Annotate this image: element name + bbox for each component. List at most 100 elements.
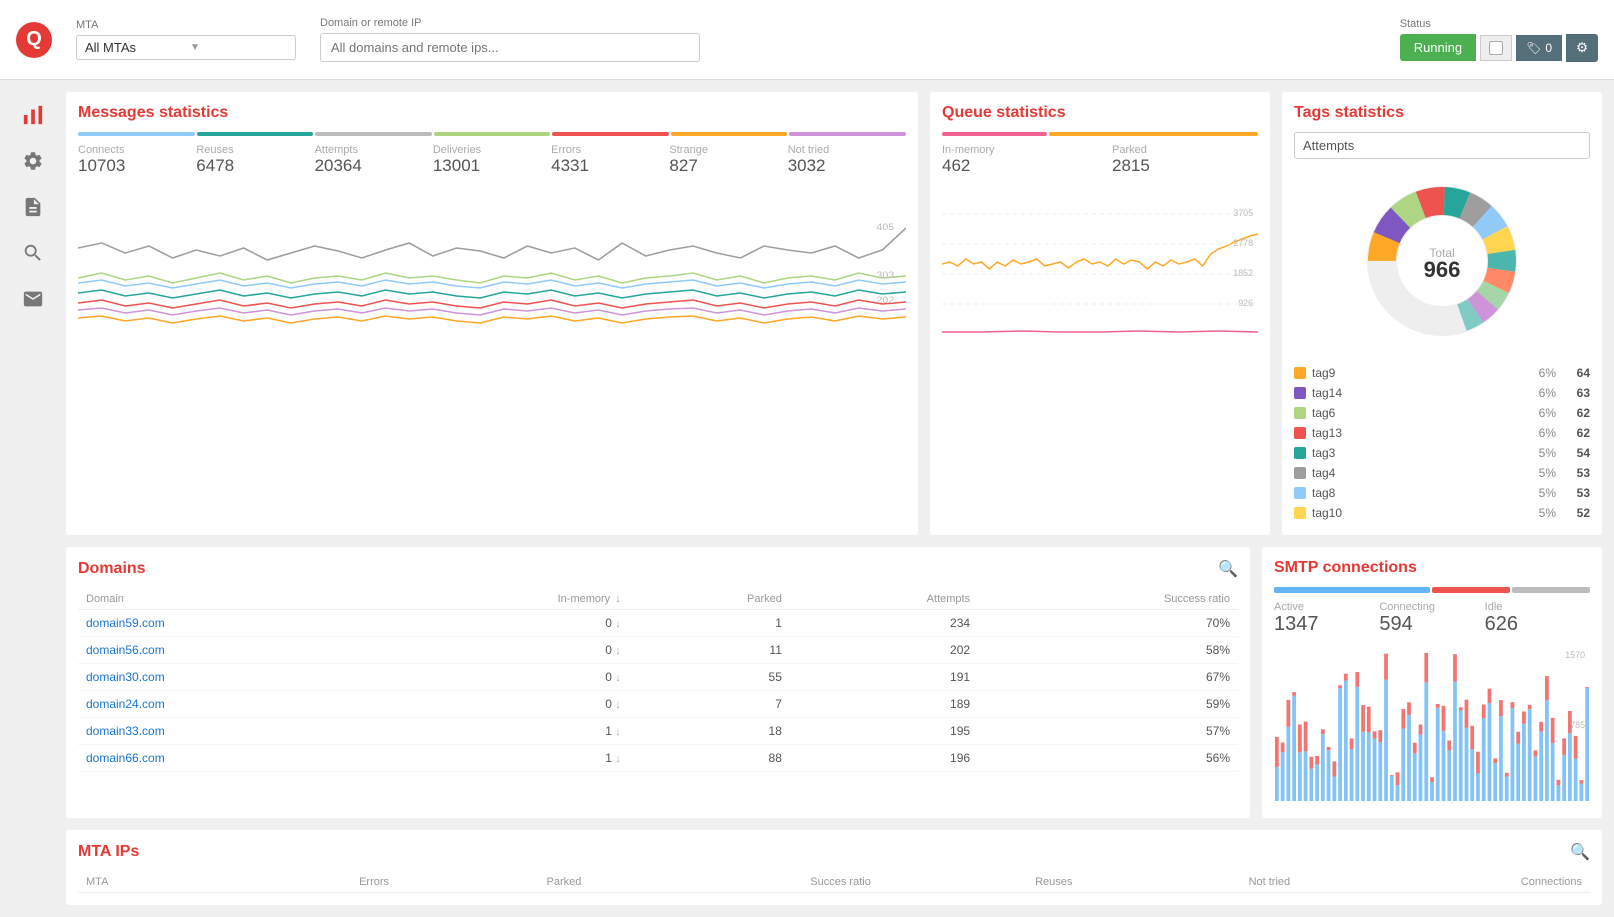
mta-select[interactable]: All MTAs ▼ (76, 35, 296, 60)
domains-table-wrapper[interactable]: Domain In-memory ↓ Parked Attempts Succe… (78, 589, 1238, 772)
stat-reuses-val: 6478 (196, 156, 314, 176)
smtp-connecting-val: 594 (1379, 613, 1484, 636)
tag-row-tag4: tag4 5% 53 (1294, 463, 1590, 483)
parked-cell: 1 (629, 610, 790, 637)
queue-bar-inmemory (942, 132, 1047, 136)
smtp-bar-connecting (1432, 587, 1510, 593)
tag-row-tag6: tag6 6% 62 (1294, 403, 1590, 423)
stat-connects-name: Connects (78, 144, 196, 156)
smtp-metrics: Active 1347 Connecting 594 Idle 626 (1274, 601, 1590, 636)
stats-row: Connects 10703 Reuses 6478 Attempts 2036… (78, 144, 906, 176)
tag4-count: 53 (1562, 466, 1590, 480)
stat-attempts-name: Attempts (315, 144, 433, 156)
tag-row-tag14: tag14 6% 63 (1294, 383, 1590, 403)
tag8-pct: 5% (1528, 486, 1556, 500)
main-layout: Messages statistics Connects 10703 (0, 80, 1614, 917)
tags-dropdown[interactable]: Attempts (1294, 132, 1590, 159)
tag4-name: tag4 (1312, 466, 1522, 480)
stat-not-tried-name: Not tried (788, 144, 906, 156)
tag-row-tag13: tag13 6% 62 (1294, 423, 1590, 443)
tag13-count: 62 (1562, 426, 1590, 440)
stat-bars (78, 132, 906, 136)
col-parked: Parked (629, 589, 790, 610)
tag9-color (1294, 367, 1306, 379)
parked-cell: 11 (629, 637, 790, 664)
status-tag-button[interactable]: 🏷 0 (1516, 35, 1562, 61)
tags-list: tag9 6% 64 tag14 6% 63 tag6 6% 62 (1294, 363, 1590, 523)
tags-statistics-panel: Tags statistics Attempts (1282, 92, 1602, 535)
tag3-count: 54 (1562, 446, 1590, 460)
tag10-pct: 5% (1528, 506, 1556, 520)
attempts-cell: 202 (790, 637, 978, 664)
tag9-pct: 6% (1528, 366, 1556, 380)
success-cell: 59% (978, 691, 1238, 718)
sidebar-item-search[interactable] (18, 238, 48, 268)
stat-connects: Connects 10703 (78, 144, 196, 176)
sidebar-item-settings[interactable] (18, 146, 48, 176)
content-area: Messages statistics Connects 10703 (66, 92, 1602, 905)
sidebar-item-chart[interactable] (18, 100, 48, 130)
tag14-pct: 6% (1528, 386, 1556, 400)
queue-inmemory: In-memory 462 (942, 144, 1088, 176)
smtp-chart: 1570 785 (1274, 646, 1590, 806)
stat-bar-deliveries (434, 132, 551, 136)
row3: MTA IPs 🔍 MTA Errors Parked Succes ratio… (66, 830, 1602, 905)
stat-errors: Errors 4331 (551, 144, 669, 176)
stat-attempts: Attempts 20364 (315, 144, 433, 176)
stat-bar-strange (671, 132, 788, 136)
row2: Domains 🔍 Domain In-memory ↓ Parked Atte… (66, 547, 1602, 818)
status-section: Status Running 🏷 0 ⚙ (1400, 18, 1598, 62)
app-logo: Q (16, 22, 52, 58)
domains-search-icon[interactable]: 🔍 (1218, 559, 1238, 579)
queue-chart: 3705 2778 1852 926 (942, 184, 1258, 344)
domains-title: Domains (78, 560, 146, 578)
stat-connects-val: 10703 (78, 156, 196, 176)
smtp-idle: Idle 626 (1485, 601, 1590, 636)
status-running-button[interactable]: Running (1400, 34, 1476, 61)
tags-statistics-title: Tags statistics (1294, 104, 1590, 122)
status-toggle[interactable] (1480, 35, 1512, 61)
domain-cell: domain66.com (78, 745, 378, 772)
mta-col-mta: MTA (78, 872, 223, 893)
smtp-connecting-label: Connecting (1379, 601, 1484, 613)
mta-select-value: All MTAs (85, 40, 182, 55)
sidebar-item-mail[interactable] (18, 284, 48, 314)
tag6-count: 62 (1562, 406, 1590, 420)
tag10-color (1294, 507, 1306, 519)
inmemory-cell: 0 ↓ (378, 664, 629, 691)
mta-ips-search-icon[interactable]: 🔍 (1570, 842, 1590, 862)
stat-strange-name: Strange (669, 144, 787, 156)
domain-field: Domain or remote IP (320, 17, 700, 62)
table-row: domain33.com 1 ↓ 18 195 57% (78, 718, 1238, 745)
stat-bar-errors (552, 132, 669, 136)
status-toggle-inner (1489, 41, 1503, 55)
queue-bar-parked (1049, 132, 1258, 136)
queue-statistics-title: Queue statistics (942, 104, 1258, 122)
col-in-memory[interactable]: In-memory ↓ (378, 589, 629, 610)
mta-label: MTA (76, 19, 296, 31)
domain-cell: domain56.com (78, 637, 378, 664)
tag8-color (1294, 487, 1306, 499)
tag8-name: tag8 (1312, 486, 1522, 500)
tag8-count: 53 (1562, 486, 1590, 500)
smtp-idle-label: Idle (1485, 601, 1590, 613)
svg-text:202: 202 (876, 296, 894, 306)
stat-strange: Strange 827 (669, 144, 787, 176)
attempts-cell: 196 (790, 745, 978, 772)
smtp-active: Active 1347 (1274, 601, 1379, 636)
tag9-name: tag9 (1312, 366, 1522, 380)
sidebar-item-logs[interactable] (18, 192, 48, 222)
mta-ips-header-row: MTA Errors Parked Succes ratio Reuses No… (78, 872, 1590, 893)
attempts-cell: 191 (790, 664, 978, 691)
mta-select-arrow: ▼ (190, 42, 287, 53)
tag10-name: tag10 (1312, 506, 1522, 520)
queue-inmemory-val: 462 (942, 156, 1088, 176)
stat-reuses: Reuses 6478 (196, 144, 314, 176)
status-gear-button[interactable]: ⚙ (1566, 34, 1598, 62)
svg-text:2778: 2778 (1233, 238, 1253, 248)
stat-deliveries-val: 13001 (433, 156, 551, 176)
smtp-bars-header (1274, 587, 1590, 593)
domain-cell: domain33.com (78, 718, 378, 745)
domain-input[interactable] (320, 33, 700, 62)
mta-ips-panel: MTA IPs 🔍 MTA Errors Parked Succes ratio… (66, 830, 1602, 905)
